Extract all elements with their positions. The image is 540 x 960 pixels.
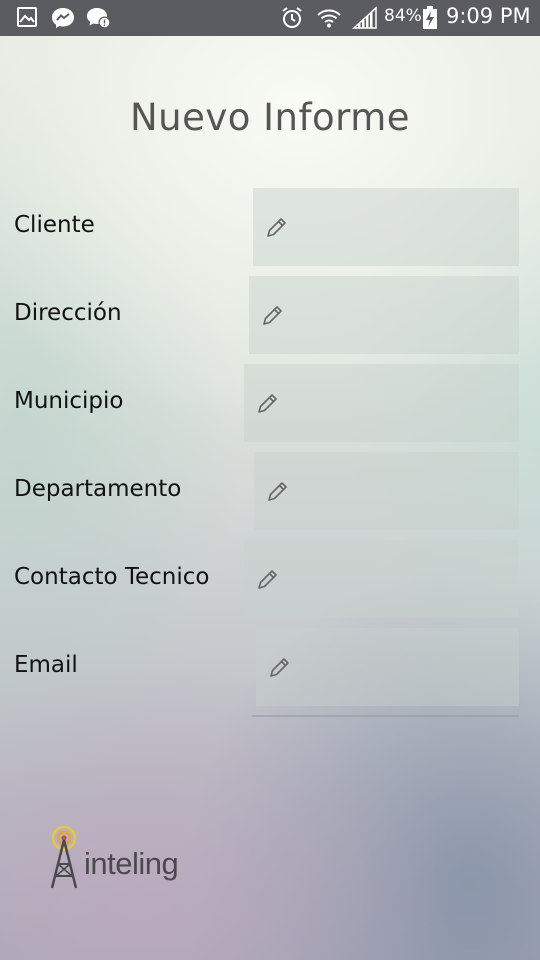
field-row-departamento: Departamento (0, 452, 540, 532)
chat-alert-icon (87, 8, 111, 29)
wifi-icon (317, 9, 341, 28)
pencil-icon (267, 218, 286, 237)
contacto-tecnico-input[interactable] (288, 540, 511, 620)
municipio-input[interactable] (288, 364, 511, 444)
direccion-field[interactable] (249, 276, 519, 356)
departamento-input[interactable] (298, 452, 511, 532)
direccion-input[interactable] (293, 276, 511, 356)
direccion-label: Dirección (14, 300, 122, 326)
pencil-icon (270, 658, 289, 677)
gallery-icon (17, 7, 37, 27)
field-row-cliente: Cliente (0, 188, 540, 268)
page-title: Nuevo Informe (129, 96, 411, 139)
field-row-direccion: Dirección (0, 276, 540, 356)
pencil-icon (258, 570, 277, 589)
alarm-icon (282, 7, 302, 28)
email-label: Email (14, 652, 78, 678)
logo-text: inteling (84, 846, 179, 881)
contacto-tecnico-label: Contacto Tecnico (14, 564, 210, 590)
pencil-icon (263, 306, 282, 325)
pencil-icon (258, 394, 277, 413)
signal-icon (352, 6, 377, 29)
departamento-label: Departamento (14, 476, 182, 502)
municipio-label: Municipio (14, 388, 124, 414)
cliente-label: Cliente (14, 212, 95, 238)
field-row-contacto-tecnico: Contacto Tecnico (0, 540, 540, 620)
contacto-tecnico-field[interactable] (244, 540, 519, 620)
cliente-input[interactable] (297, 188, 511, 268)
pencil-icon (268, 482, 287, 501)
field-row-email: Email (0, 628, 540, 708)
field-row-municipio: Municipio (0, 364, 540, 444)
messenger-icon (52, 8, 74, 28)
email-field[interactable] (256, 628, 519, 708)
battery-charging-icon (423, 6, 437, 29)
clock: 9:09 PM (446, 4, 531, 28)
status-bar: 84% 9:09 PM (0, 0, 540, 36)
cliente-field[interactable] (253, 188, 519, 268)
divider (252, 715, 519, 717)
municipio-field[interactable] (244, 364, 519, 444)
departamento-field[interactable] (254, 452, 519, 532)
battery-percent: 84% (384, 6, 422, 26)
email-input[interactable] (300, 628, 511, 708)
